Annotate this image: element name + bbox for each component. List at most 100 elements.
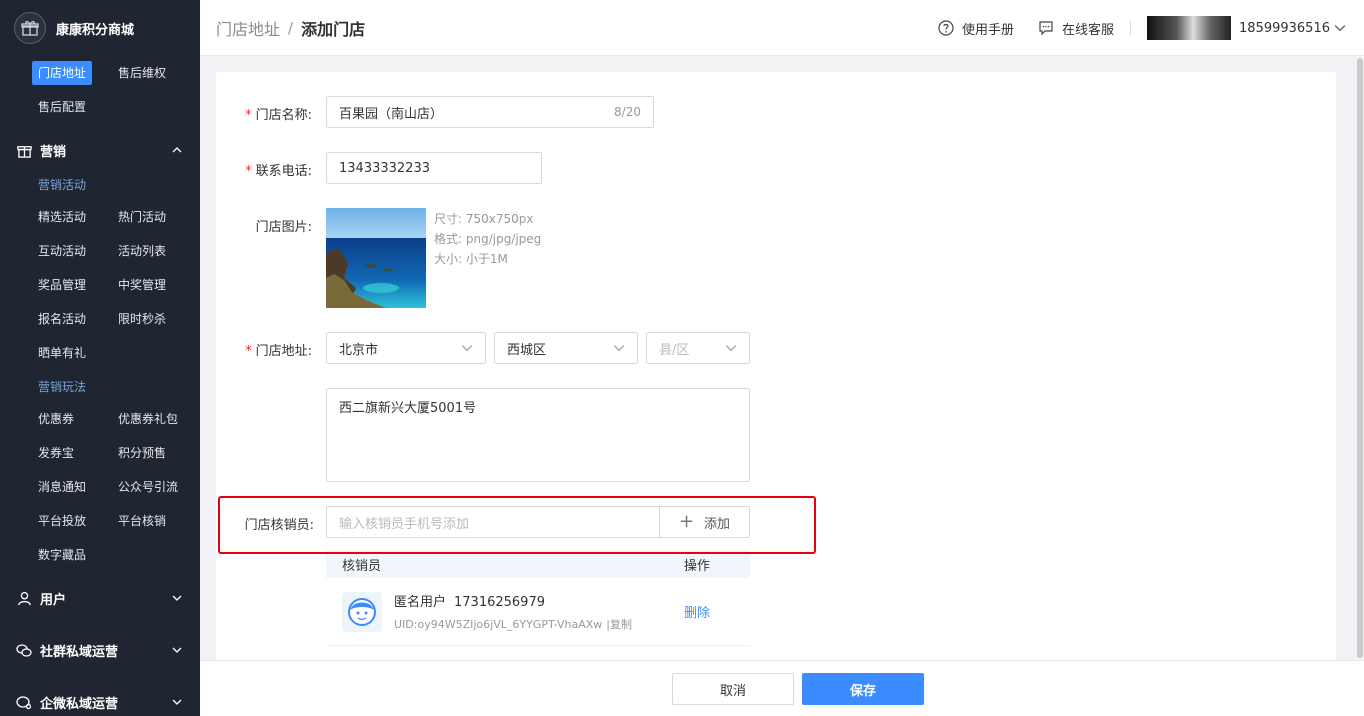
- scrollbar-thumb[interactable]: [1357, 58, 1363, 658]
- section-label: 用户: [40, 592, 67, 608]
- label-text: 门店名称:: [255, 108, 312, 123]
- sidebar-item-label: 优惠券礼包: [118, 412, 179, 426]
- section-label: 营销: [40, 144, 67, 160]
- chevron-down-icon: [725, 345, 737, 352]
- sidebar-item-label: 售后配置: [38, 100, 87, 114]
- chevron-down-icon: [172, 647, 182, 653]
- verifier-phone: 17316256979: [454, 595, 545, 610]
- sidebar-item[interactable]: 积分预售: [112, 436, 192, 470]
- sidebar-item[interactable]: 热门活动: [112, 200, 192, 234]
- top-header: 门店地址 / 添加门店 使用手册 在线客服 18599936516: [200, 0, 1364, 56]
- cancel-button[interactable]: 取消: [672, 673, 794, 705]
- top-subnav: 门店地址 售后维权 售后配置: [0, 56, 200, 124]
- header-divider: [1130, 20, 1132, 36]
- brand-name: 康康积分商城: [56, 22, 135, 38]
- phone-label: * 联系电话:: [240, 160, 312, 179]
- required-mark: *: [245, 344, 252, 359]
- marketing-activities-grid: 精选活动 热门活动 互动活动 活动列表 奖品管理 中奖管理 报名活动 限时秒杀 …: [0, 200, 200, 370]
- user-icon: [16, 590, 32, 606]
- address-label: * 门店地址:: [240, 340, 312, 359]
- copy-uid-link[interactable]: |复制: [606, 618, 632, 631]
- sidebar-item[interactable]: 限时秒杀: [112, 302, 192, 336]
- sidebar-item-after-sales-config[interactable]: 售后配置: [32, 90, 112, 124]
- section-label: 企微私域运营: [40, 696, 119, 712]
- sidebar-item-label: 中奖管理: [118, 278, 167, 292]
- save-button[interactable]: 保存: [802, 673, 924, 705]
- sidebar-item[interactable]: 平台投放: [32, 504, 112, 538]
- city-value: 西城区: [507, 342, 547, 358]
- sidebar-item[interactable]: 优惠券礼包: [112, 402, 192, 436]
- breadcrumb-parent[interactable]: 门店地址: [216, 16, 280, 40]
- store-name-label: * 门店名称:: [240, 104, 312, 123]
- store-name-input[interactable]: 百果园（南山店） 8/20: [326, 96, 654, 128]
- table-row: 匿名用户 17316256979 UID:oy94W5ZIjo6jVL_6YYGP…: [326, 578, 750, 646]
- sidebar-item-label: 报名活动: [38, 312, 87, 326]
- service-link[interactable]: 在线客服: [1038, 19, 1114, 38]
- sidebar-item-label: 热门活动: [118, 210, 167, 224]
- sidebar-item-label: 互动活动: [38, 244, 87, 258]
- column-header-action: 操作: [684, 558, 711, 574]
- group-title-marketing-methods: 营销玩法: [38, 379, 87, 394]
- service-label: 在线客服: [1062, 22, 1115, 38]
- delete-verifier-link[interactable]: 删除: [684, 602, 750, 621]
- address-detail-textarea[interactable]: 西二旗新兴大厦5001号: [326, 388, 750, 482]
- image-size-hint: 尺寸: 750x750px: [434, 212, 534, 226]
- sidebar-item-label: 限时秒杀: [118, 312, 167, 326]
- store-form-card: * 门店名称: 百果园（南山店） 8/20 * 联系电话: 13433332233 …: [216, 72, 1336, 662]
- label-text: 联系电话:: [255, 164, 312, 179]
- column-header-verifier: 核销员: [342, 558, 382, 574]
- sidebar-item-label: 平台核销: [118, 514, 167, 528]
- chevron-down-icon: [172, 595, 182, 601]
- sidebar-item[interactable]: 优惠券: [32, 402, 112, 436]
- required-mark: *: [245, 108, 252, 123]
- char-counter: 8/20: [614, 105, 641, 119]
- county-select[interactable]: 县/区: [646, 332, 750, 364]
- chevron-down-icon[interactable]: [1334, 22, 1346, 34]
- sidebar-item-after-sales[interactable]: 售后维权: [112, 56, 192, 90]
- avatar[interactable]: [1147, 16, 1232, 40]
- form-footer: 取消 保存: [200, 660, 1364, 716]
- brand[interactable]: 康康积分商城: [0, 0, 200, 56]
- sidebar: 康康积分商城 门店地址 售后维权 售后配置 营销 营销活动 精选活动 热门活动 …: [0, 0, 200, 716]
- phone-value: 13433332233: [339, 160, 430, 176]
- sidebar-item-label: 奖品管理: [38, 278, 87, 292]
- sidebar-item[interactable]: 数字藏品: [32, 538, 112, 572]
- wechat-icon: [16, 642, 32, 658]
- chevron-down-icon: [172, 699, 182, 705]
- sidebar-item-label: 精选活动: [38, 210, 87, 224]
- group-title-marketing-activities: 营销活动: [38, 177, 87, 192]
- city-select[interactable]: 西城区: [494, 332, 638, 364]
- sidebar-item[interactable]: 奖品管理: [32, 268, 112, 302]
- store-image-label: 门店图片:: [255, 220, 312, 235]
- sidebar-section-users[interactable]: 用户: [0, 572, 200, 624]
- sidebar-item-label: 平台投放: [38, 514, 87, 528]
- highlight-box: [218, 496, 816, 554]
- sidebar-item[interactable]: 互动活动: [32, 234, 112, 268]
- chevron-down-icon: [461, 345, 473, 352]
- province-select[interactable]: 北京市: [326, 332, 486, 364]
- account-phone[interactable]: 18599936516: [1239, 21, 1330, 36]
- sidebar-item[interactable]: 消息通知: [32, 470, 112, 504]
- sidebar-item-label: 活动列表: [118, 244, 167, 258]
- page-scrollbar[interactable]: [1356, 56, 1364, 660]
- store-image-thumbnail[interactable]: [326, 208, 426, 308]
- phone-input[interactable]: 13433332233: [326, 152, 542, 184]
- sidebar-section-wecom[interactable]: 企微私域运营: [0, 676, 200, 716]
- sidebar-item[interactable]: 精选活动: [32, 200, 112, 234]
- sidebar-item-store-address[interactable]: 门店地址: [32, 56, 112, 90]
- section-label: 社群私域运营: [40, 644, 119, 660]
- sidebar-item[interactable]: 平台核销: [112, 504, 192, 538]
- verifier-name: 匿名用户: [394, 595, 447, 610]
- sidebar-item[interactable]: 晒单有礼: [32, 336, 112, 370]
- sidebar-section-community[interactable]: 社群私域运营: [0, 624, 200, 676]
- manual-link[interactable]: 使用手册: [938, 19, 1014, 38]
- sidebar-item[interactable]: 报名活动: [32, 302, 112, 336]
- sidebar-item[interactable]: 公众号引流: [112, 470, 192, 504]
- sidebar-item-label: 门店地址: [32, 61, 93, 85]
- breadcrumb-current: 添加门店: [301, 19, 366, 39]
- sidebar-item[interactable]: 活动列表: [112, 234, 192, 268]
- image-filesize-hint: 大小: 小于1M: [434, 252, 508, 266]
- sidebar-item[interactable]: 中奖管理: [112, 268, 192, 302]
- sidebar-item[interactable]: 发券宝: [32, 436, 112, 470]
- label-text: 门店地址:: [255, 344, 312, 359]
